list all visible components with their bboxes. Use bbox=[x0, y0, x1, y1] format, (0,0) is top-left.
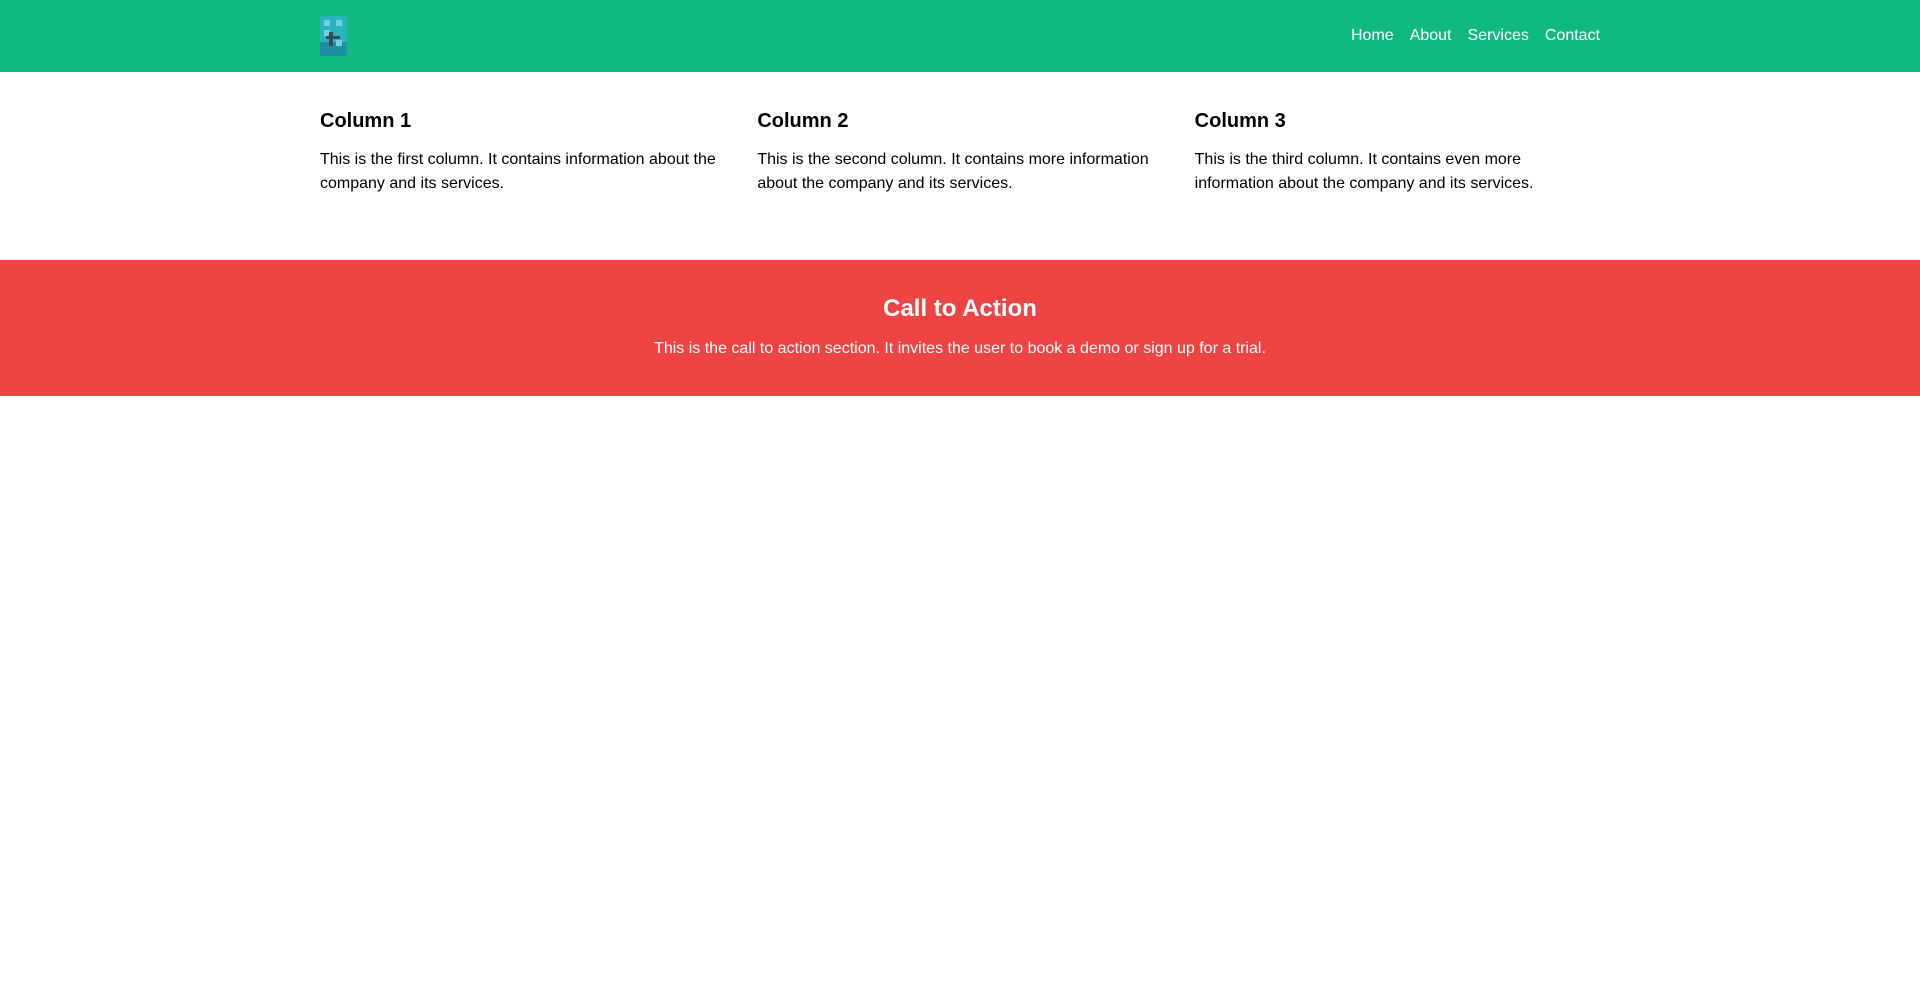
navbar-inner: Home About Services Contact bbox=[320, 0, 1600, 72]
column-2: Column 2 This is the second column. It c… bbox=[757, 108, 1162, 260]
column-3-text: This is the third column. It contains ev… bbox=[1194, 151, 1534, 192]
column-1-title: Column 1 bbox=[320, 110, 412, 132]
cta-text: This is the call to action section. It i… bbox=[654, 340, 1266, 357]
column-2-text: This is the second column. It contains m… bbox=[757, 151, 1149, 192]
nav-home-link[interactable]: Home bbox=[1351, 26, 1394, 46]
nav-services-link[interactable]: Services bbox=[1468, 26, 1529, 46]
navbar: Home About Services Contact bbox=[0, 0, 1920, 72]
column-1: Column 1 This is the first column. It co… bbox=[320, 108, 725, 260]
cta-title: Call to Action bbox=[883, 295, 1037, 322]
nav-contact-link[interactable]: Contact bbox=[1545, 26, 1600, 46]
building-logo-icon bbox=[320, 16, 347, 56]
nav-about-link[interactable]: About bbox=[1410, 26, 1452, 46]
logo-link[interactable] bbox=[320, 16, 347, 56]
column-2-title: Column 2 bbox=[757, 110, 849, 132]
column-1-text: This is the first column. It contains in… bbox=[320, 151, 716, 192]
columns-section: Column 1 This is the first column. It co… bbox=[320, 72, 1600, 260]
column-3: Column 3 This is the third column. It co… bbox=[1195, 108, 1600, 260]
column-3-title: Column 3 bbox=[1194, 110, 1286, 132]
call-to-action-section: Call to Action This is the call to actio… bbox=[0, 260, 1920, 396]
main-nav: Home About Services Contact bbox=[1351, 26, 1600, 46]
